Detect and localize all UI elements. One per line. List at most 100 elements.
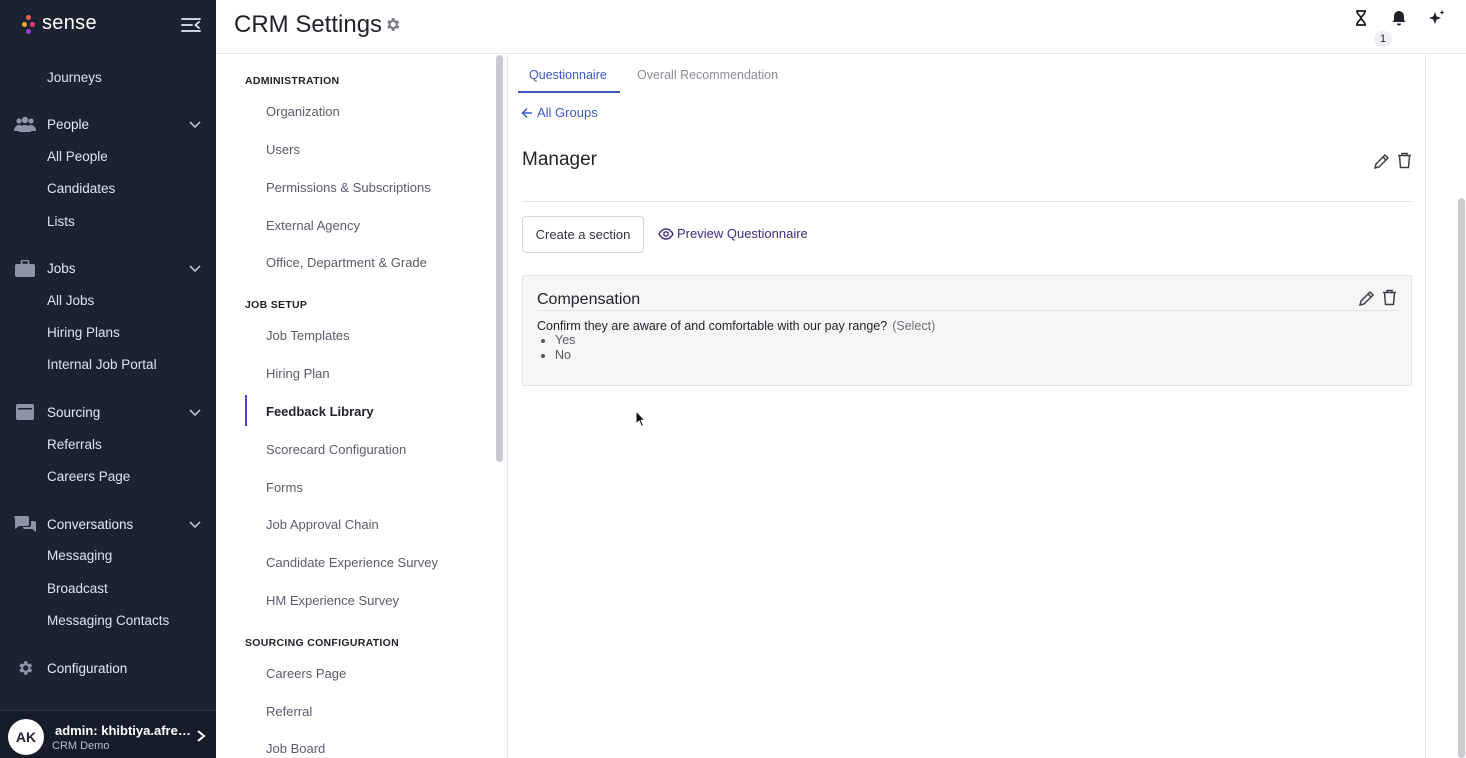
sidebar-item-candidates[interactable]: Candidates (47, 181, 115, 196)
sidebar-item-configuration[interactable]: Configuration (14, 656, 202, 680)
sidebar-group-label: Configuration (47, 660, 128, 676)
menu-item-organization[interactable]: Organization (266, 104, 340, 119)
group-title: Manager (522, 149, 597, 170)
sidebar-group-label: People (47, 116, 90, 132)
sidebar-item-messaging-contacts[interactable]: Messaging Contacts (47, 613, 169, 628)
hourglass-icon[interactable] (1352, 9, 1370, 27)
sidebar-item-messaging[interactable]: Messaging (47, 548, 112, 563)
tab-questionnaire[interactable]: Questionnaire (529, 68, 607, 82)
menu-item-scorecard-configuration[interactable]: Scorecard Configuration (266, 442, 406, 457)
user-name: admin: khibtiya.afreen@sen (55, 723, 197, 738)
questionnaire-section-card: Compensation Confirm they are aware of a… (522, 275, 1412, 386)
page-scrollbar[interactable] (1458, 198, 1465, 758)
sidebar-item-all-people[interactable]: All People (47, 149, 108, 164)
edit-pencil-icon[interactable] (1358, 290, 1375, 307)
gear-icon (14, 659, 36, 677)
sidebar-group-label: Jobs (47, 260, 76, 276)
menu-section-sourcing-configuration: SOURCING CONFIGURATION (245, 637, 399, 649)
option-item: Yes (555, 333, 575, 348)
option-item: No (555, 348, 575, 363)
logo[interactable]: sense (22, 12, 97, 35)
menu-item-job-board[interactable]: Job Board (266, 741, 325, 756)
question-text: Confirm they are aware of and comfortabl… (537, 319, 935, 333)
scrollbar-thumb[interactable] (496, 55, 503, 462)
sidebar-group-jobs[interactable]: Jobs (14, 256, 202, 280)
sidebar-group-conversations[interactable]: Conversations (14, 512, 202, 536)
sidebar-item-all-jobs[interactable]: All Jobs (47, 293, 94, 308)
notification-count-badge: 1 (1374, 31, 1392, 47)
menu-item-users[interactable]: Users (266, 142, 300, 157)
question-label: Confirm they are aware of and comfortabl… (537, 319, 888, 333)
bell-icon[interactable] (1390, 9, 1408, 27)
tab-overall-recommendation[interactable]: Overall Recommendation (637, 68, 778, 82)
page-header: CRM Settings 1 (216, 0, 1466, 54)
header-divider (522, 201, 1412, 202)
menu-item-office-department-grade[interactable]: Office, Department & Grade (266, 255, 427, 270)
collapse-sidebar-icon[interactable] (180, 15, 202, 35)
active-indicator (245, 395, 247, 426)
logo-text: sense (42, 12, 97, 34)
menu-item-candidate-experience-survey[interactable]: Candidate Experience Survey (266, 555, 438, 570)
preview-questionnaire-link[interactable]: Preview Questionnaire (658, 226, 808, 241)
delete-trash-icon[interactable] (1396, 152, 1413, 169)
preview-questionnaire-label: Preview Questionnaire (677, 226, 808, 241)
sidebar-group-label: Sourcing (47, 404, 101, 420)
menu-item-hm-experience-survey[interactable]: HM Experience Survey (266, 593, 399, 608)
create-section-button[interactable]: Create a section (522, 216, 644, 253)
menu-item-permissions[interactable]: Permissions & Subscriptions (266, 180, 431, 195)
user-profile-bar[interactable]: AK admin: khibtiya.afreen@sen CRM Demo (0, 710, 216, 758)
sidebar-item-referrals[interactable]: Referrals (47, 437, 102, 452)
avatar[interactable]: AK (8, 719, 44, 755)
question-type: (Select) (892, 319, 936, 333)
menu-item-job-templates[interactable]: Job Templates (266, 328, 350, 343)
sidebar-item-journeys[interactable]: Journeys (47, 70, 102, 85)
question-options: Yes No (555, 333, 575, 363)
chat-bubbles-icon (14, 515, 36, 533)
people-icon (14, 115, 36, 133)
sidebar-item-internal-job-portal[interactable]: Internal Job Portal (47, 357, 157, 372)
section-title: Compensation (537, 291, 641, 308)
chevron-down-icon[interactable] (188, 261, 202, 275)
menu-item-hiring-plan[interactable]: Hiring Plan (266, 366, 330, 381)
menu-item-referral[interactable]: Referral (266, 704, 312, 719)
menu-item-external-agency[interactable]: External Agency (266, 218, 360, 233)
edit-pencil-icon[interactable] (1373, 153, 1390, 170)
content-divider (1425, 55, 1426, 758)
chevron-down-icon[interactable] (188, 405, 202, 419)
mouse-cursor-icon (635, 410, 647, 428)
settings-menu-scrollbar[interactable] (496, 55, 504, 758)
sidebar: sense Journeys People All People Candida… (0, 0, 216, 758)
gear-icon[interactable] (384, 16, 401, 33)
page-title: CRM Settings (234, 11, 383, 38)
sidebar-item-hiring-plans[interactable]: Hiring Plans (47, 325, 120, 340)
menu-item-careers-page[interactable]: Careers Page (266, 666, 346, 681)
chevron-down-icon[interactable] (188, 117, 202, 131)
content-divider (507, 55, 508, 758)
sidebar-item-lists[interactable]: Lists (47, 214, 75, 229)
sparkle-icon[interactable] (1428, 9, 1446, 27)
sidebar-group-label: Conversations (47, 516, 134, 532)
chevron-right-icon[interactable] (195, 729, 207, 743)
back-to-all-groups-link[interactable]: All Groups (521, 105, 598, 120)
menu-section-job-setup: JOB SETUP (245, 299, 308, 311)
settings-menu: ADMINISTRATION Organization Users Permis… (216, 55, 493, 758)
sidebar-item-broadcast[interactable]: Broadcast (47, 581, 108, 596)
active-tab-underline (518, 91, 620, 93)
chevron-down-icon[interactable] (188, 517, 202, 531)
arrow-left-icon (521, 107, 532, 118)
eye-icon (658, 227, 674, 240)
sidebar-item-careers-page[interactable]: Careers Page (47, 469, 130, 484)
sidebar-group-people[interactable]: People (14, 112, 202, 136)
user-org: CRM Demo (52, 740, 110, 752)
briefcase-icon (14, 259, 36, 277)
back-link-label: All Groups (537, 105, 598, 120)
delete-trash-icon[interactable] (1381, 289, 1398, 306)
section-divider (537, 310, 1399, 311)
sidebar-group-sourcing[interactable]: Sourcing (14, 400, 202, 424)
menu-item-forms[interactable]: Forms (266, 480, 303, 495)
menu-item-feedback-library[interactable]: Feedback Library (266, 404, 374, 419)
menu-section-administration: ADMINISTRATION (245, 75, 340, 87)
sourcing-icon (14, 403, 36, 421)
logo-mark-icon (22, 14, 36, 34)
menu-item-job-approval-chain[interactable]: Job Approval Chain (266, 517, 379, 532)
